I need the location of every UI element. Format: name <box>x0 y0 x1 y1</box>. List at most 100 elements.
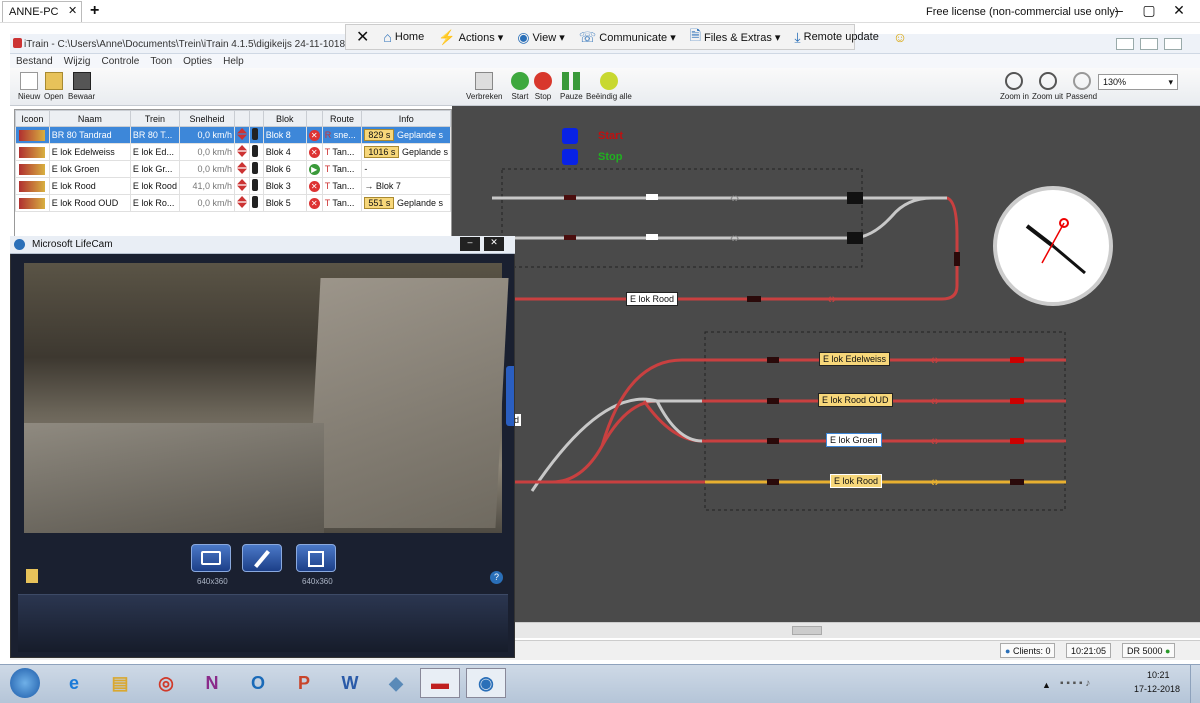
chrome-icon[interactable]: ◎ <box>150 668 182 698</box>
view-button[interactable]: ◉ View ▾ <box>511 29 570 46</box>
col-info[interactable]: Info <box>361 110 451 127</box>
cell-direction[interactable] <box>234 177 251 195</box>
start-label: Start <box>511 92 529 101</box>
signal-marker <box>847 192 863 204</box>
pause-button[interactable]: Pauze <box>560 72 583 101</box>
itrain-title: iTrain - C:\Users\Anne\Documents\Trein\i… <box>24 39 382 50</box>
files-button[interactable]: 🗎 Files & Extras ▾ <box>684 25 787 49</box>
menu-bestand[interactable]: Bestand <box>16 56 53 67</box>
new-button[interactable]: Nieuw <box>18 72 40 101</box>
cell-direction[interactable] <box>234 143 251 161</box>
tray-icons[interactable]: ▪ ▪ ▪ ▪ ♪ <box>1060 678 1090 689</box>
train-label-groen[interactable]: E lok Groen <box>826 433 882 447</box>
outlook-icon[interactable]: O <box>242 668 274 698</box>
close-window-icon[interactable]: ✕ <box>1164 2 1194 19</box>
start-orb-icon[interactable] <box>10 668 40 698</box>
menu-opties[interactable]: Opties <box>183 56 212 67</box>
gallery-folder-icon[interactable] <box>26 569 38 583</box>
zoom-select[interactable]: 130% ▾ <box>1098 74 1178 90</box>
cell-state[interactable]: ▶ <box>305 160 323 178</box>
cell-state[interactable]: ✕ <box>305 194 323 212</box>
disconnect-button[interactable]: Verbreken <box>466 72 502 101</box>
table-row[interactable]: E lok Groen E lok Gr... 0,0 km/h Blok 6 … <box>15 160 451 178</box>
col-icon[interactable]: Icoon <box>15 110 50 127</box>
actions-button[interactable]: ⚡ Actions ▾ <box>432 29 509 46</box>
col-name[interactable]: Naam <box>48 110 131 127</box>
cell-direction[interactable] <box>234 194 251 212</box>
lifecam-taskbar-icon[interactable]: ◉ <box>466 668 506 698</box>
col-block[interactable]: Blok <box>262 110 307 127</box>
maximize-icon[interactable]: ▢ <box>1134 2 1164 19</box>
save-button[interactable]: Bewaar <box>68 72 95 101</box>
powerpoint-icon[interactable]: P <box>288 668 320 698</box>
home-label: Home <box>394 31 425 43</box>
scroll-thumb[interactable] <box>792 626 822 635</box>
start-button[interactable]: Start <box>511 72 529 101</box>
layout-start-icon[interactable] <box>562 128 578 144</box>
table-row[interactable]: E lok Rood E lok Rood 41,0 km/h Blok 3 ✕… <box>15 177 451 195</box>
col-route[interactable]: Route <box>321 110 363 127</box>
effects-button[interactable] <box>242 544 282 572</box>
col-state[interactable] <box>305 110 323 127</box>
col-train[interactable]: Trein <box>129 110 180 127</box>
zoom-out-button[interactable]: Zoom uit <box>1032 72 1063 101</box>
cell-direction[interactable] <box>234 160 251 178</box>
horizontal-scrollbar[interactable] <box>452 622 1200 638</box>
itrain-close-icon[interactable] <box>1164 38 1182 50</box>
menu-wijzig[interactable]: Wijzig <box>64 56 91 67</box>
table-row[interactable]: BR 80 Tandrad BR 80 T... 0,0 km/h Blok 8… <box>15 126 451 144</box>
col-speed[interactable]: Snelheid <box>178 110 236 127</box>
train-label-rood-oud[interactable]: E lok Rood OUD <box>818 393 893 407</box>
cell-state[interactable]: ✕ <box>305 177 323 195</box>
menu-controle[interactable]: Controle <box>102 56 140 67</box>
zoom-in-button[interactable]: Zoom in <box>1000 72 1029 101</box>
help-icon[interactable]: ? <box>490 571 503 584</box>
remote-update-button[interactable]: ⤓ Remote update <box>788 29 884 46</box>
onenote-icon[interactable]: N <box>196 668 228 698</box>
end-all-button[interactable]: Beëindig alle <box>586 72 632 101</box>
thumbnail-strip[interactable] <box>18 594 508 652</box>
remote-close-icon[interactable]: ✕ <box>350 27 375 47</box>
fit-button[interactable]: Passend <box>1066 72 1097 101</box>
communicate-button[interactable]: ☏ Communicate ▾ <box>573 29 682 46</box>
menu-help[interactable]: Help <box>223 56 244 67</box>
file-explorer-icon[interactable]: ▤ <box>104 668 136 698</box>
add-tab-icon[interactable]: + <box>90 2 99 20</box>
lifecam-minimize-icon[interactable]: – <box>460 237 480 251</box>
menu-toon[interactable]: Toon <box>150 56 172 67</box>
stop-button[interactable]: Stop <box>534 72 552 101</box>
train-label-rood-bottom[interactable]: E lok Rood <box>830 474 883 488</box>
itrain-restore-icon[interactable] <box>1140 38 1158 50</box>
lifecam-side-tab[interactable] <box>506 366 514 426</box>
col-signal[interactable] <box>249 110 264 127</box>
show-desktop-button[interactable] <box>1190 664 1200 703</box>
itrain-minimize-icon[interactable] <box>1116 38 1134 50</box>
minimize-icon[interactable]: – <box>1104 2 1134 18</box>
itrain-taskbar-icon[interactable]: ▬ <box>420 668 460 698</box>
word-icon[interactable]: W <box>334 668 366 698</box>
home-button[interactable]: ⌂ Home <box>377 29 430 45</box>
app-icon[interactable]: ◆ <box>380 668 412 698</box>
tray-expand-icon[interactable]: ▲ <box>1042 680 1051 690</box>
taskbar-date[interactable]: 17-12-2018 <box>1134 684 1180 694</box>
track-layout-canvas[interactable]: ‹› ‹› ‹› ‹› ‹› ‹› ‹› Start Stop E lok Ro… <box>452 106 1200 622</box>
smiley-icon[interactable]: ☺ <box>887 29 913 45</box>
start-icon <box>511 72 529 90</box>
lifecam-close-icon[interactable]: ✕ <box>484 237 504 251</box>
taskbar-time[interactable]: 10:21 <box>1147 670 1170 680</box>
close-tab-icon[interactable]: ✕ <box>68 4 77 17</box>
cell-state[interactable]: ✕ <box>305 143 323 161</box>
cell-state[interactable]: ✕ <box>305 126 323 144</box>
train-label-rood-top[interactable]: E lok Rood <box>626 292 679 306</box>
train-label-edelweiss[interactable]: E lok Edelweiss <box>819 352 891 366</box>
capture-photo-button[interactable] <box>191 544 231 572</box>
table-row[interactable]: E lok Rood OUD E lok Ro... 0,0 km/h Blok… <box>15 194 451 212</box>
table-row[interactable]: E lok Edelweiss E lok Ed... 0,0 km/h Blo… <box>15 143 451 161</box>
open-button[interactable]: Open <box>44 72 64 101</box>
record-video-button[interactable] <box>296 544 336 572</box>
layout-stop-icon[interactable] <box>562 149 578 165</box>
col-direction[interactable] <box>234 110 251 127</box>
cell-direction[interactable] <box>234 126 251 144</box>
route-code: R <box>324 130 332 140</box>
internet-explorer-icon[interactable]: e <box>58 668 90 698</box>
